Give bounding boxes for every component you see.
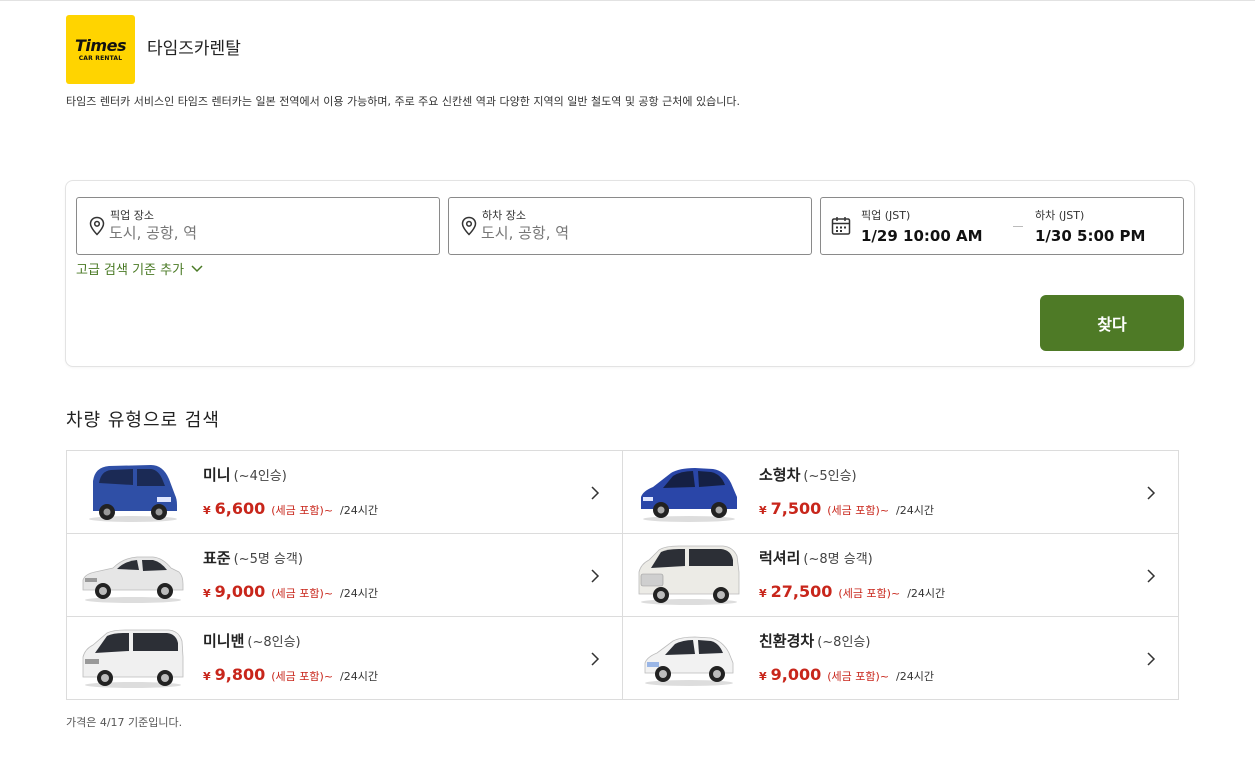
chevron-right-icon <box>1147 486 1156 500</box>
vehicle-card-compact[interactable]: 소형차 (~5인승) ¥ 7,500 (세금 포함)~ /24시간 <box>622 450 1179 534</box>
eco-car-image <box>644 636 734 686</box>
tax-note: (세금 포함)~ <box>271 587 334 600</box>
vehicle-price: ¥ 6,600 (세금 포함)~ /24시간 <box>203 499 378 518</box>
chevron-right-icon <box>591 652 600 666</box>
pickup-date[interactable]: 픽업 (JST) 1/29 10:00 AM <box>861 207 983 245</box>
currency-symbol: ¥ <box>759 670 767 683</box>
calendar-icon <box>831 217 851 235</box>
chevron-right-icon <box>591 486 600 500</box>
pickup-date-value: 1/29 10:00 AM <box>861 227 983 245</box>
vehicle-capacity: (~8인승) <box>817 635 871 650</box>
logo-wordmark: Times <box>75 36 126 55</box>
price-period: /24시간 <box>340 504 378 517</box>
vehicle-card-luxury[interactable]: 럭셔리 (~8명 승객) ¥ 27,500 (세금 포함)~ /24시간 <box>622 533 1179 617</box>
dropoff-date[interactable]: 하차 (JST) 1/30 5:00 PM <box>1035 207 1145 245</box>
pickup-location-label: 픽업 장소 <box>110 209 154 222</box>
vehicle-name: 친환경차 (~8인승) <box>759 630 870 651</box>
price-amount: 7,500 <box>770 499 822 518</box>
vehicle-type-label: 미니 <box>203 466 231 484</box>
vehicle-price: ¥ 9,800 (세금 포함)~ /24시간 <box>203 665 378 684</box>
logo-subtitle: CAR RENTAL <box>78 55 123 62</box>
chevron-right-icon <box>591 569 600 583</box>
tax-note: (세금 포함)~ <box>827 670 890 683</box>
price-amount: 9,800 <box>214 665 266 684</box>
search-button[interactable]: 찾다 <box>1040 295 1184 351</box>
vehicle-price: ¥ 27,500 (세금 포함)~ /24시간 <box>759 582 945 601</box>
dropoff-date-value: 1/30 5:00 PM <box>1035 227 1146 245</box>
vehicle-type-label: 소형차 <box>759 466 801 484</box>
dropoff-location-label: 하차 장소 <box>482 209 526 222</box>
kei-car-image <box>89 465 177 522</box>
location-pin-icon <box>461 216 477 236</box>
vehicle-capacity: (~8인승) <box>247 635 301 650</box>
minivan-image <box>82 629 184 688</box>
currency-symbol: ¥ <box>759 587 767 600</box>
tax-note: (세금 포함)~ <box>827 504 890 517</box>
vehicle-capacity: (~5인승) <box>803 469 857 484</box>
vehicle-type-label: 표준 <box>203 549 231 567</box>
vehicle-type-label: 미니밴 <box>203 632 245 650</box>
vehicle-card-eco[interactable]: 친환경차 (~8인승) ¥ 9,000 (세금 포함)~ /24시간 <box>622 616 1179 700</box>
sedan-image <box>82 556 184 603</box>
vehicle-name: 미니밴 (~8인승) <box>203 630 301 651</box>
vehicle-capacity: (~4인승) <box>233 469 287 484</box>
tax-note: (세금 포함)~ <box>271 670 334 683</box>
price-period: /24시간 <box>340 670 378 683</box>
vehicle-name: 럭셔리 (~8명 승객) <box>759 547 873 568</box>
vehicle-name: 미니 (~4인승) <box>203 464 287 485</box>
vehicle-card-mini[interactable]: 미니 (~4인승) ¥ 6,600 (세금 포함)~ /24시간 <box>66 450 623 534</box>
chevron-right-icon <box>1147 652 1156 666</box>
location-pin-icon <box>89 216 105 236</box>
date-range-field[interactable]: 픽업 (JST) 1/29 10:00 AM 하차 (JST) 1/30 5:0… <box>820 197 1184 255</box>
luxury-van-image <box>638 545 740 605</box>
vehicle-name: 소형차 (~5인승) <box>759 464 857 485</box>
vehicle-type-label: 친환경차 <box>759 632 815 650</box>
vehicle-type-grid: 미니 (~4인승) ¥ 6,600 (세금 포함)~ /24시간 소형차 (~5인승… <box>66 450 1179 700</box>
section-title: 차량 유형으로 검색 <box>66 410 220 431</box>
currency-symbol: ¥ <box>203 670 211 683</box>
vehicle-price: ¥ 9,000 (세금 포함)~ /24시간 <box>759 665 934 684</box>
advanced-search-toggle[interactable]: 고급 검색 기준 추가 <box>76 259 203 278</box>
price-amount: 27,500 <box>770 582 833 601</box>
times-car-rental-logo: Times CAR RENTAL <box>66 15 135 84</box>
vehicle-price: ¥ 7,500 (세금 포함)~ /24시간 <box>759 499 934 518</box>
dropoff-location-input[interactable] <box>481 222 801 244</box>
tax-note: (세금 포함)~ <box>271 504 334 517</box>
vehicle-name: 표준 (~5명 승객) <box>203 547 303 568</box>
top-divider <box>0 0 1255 1</box>
vehicle-price: ¥ 9,000 (세금 포함)~ /24시간 <box>203 582 378 601</box>
vehicle-card-standard[interactable]: 표준 (~5명 승객) ¥ 9,000 (세금 포함)~ /24시간 <box>66 533 623 617</box>
date-separator <box>1013 226 1023 227</box>
pickup-date-label: 픽업 (JST) <box>861 209 911 222</box>
currency-symbol: ¥ <box>759 504 767 517</box>
currency-symbol: ¥ <box>203 504 211 517</box>
compact-car-image <box>641 468 737 522</box>
vehicle-type-label: 럭셔리 <box>759 549 801 567</box>
vehicle-card-minivan[interactable]: 미니밴 (~8인승) ¥ 9,800 (세금 포함)~ /24시간 <box>66 616 623 700</box>
price-amount: 6,600 <box>214 499 266 518</box>
pickup-location-field[interactable]: 픽업 장소 <box>76 197 440 255</box>
chevron-down-icon <box>191 264 203 272</box>
vehicle-capacity: (~8명 승객) <box>803 552 873 567</box>
tax-note: (세금 포함)~ <box>838 587 901 600</box>
currency-symbol: ¥ <box>203 587 211 600</box>
dropoff-location-field[interactable]: 하차 장소 <box>448 197 812 255</box>
vehicle-capacity: (~5명 승객) <box>233 552 303 567</box>
price-footnote: 가격은 4/17 기준입니다. <box>66 716 183 729</box>
dropoff-date-label: 하차 (JST) <box>1035 209 1085 222</box>
price-period: /24시간 <box>896 504 934 517</box>
search-panel: 픽업 장소 하차 장소 픽업 (JST) 1/29 10:00 AM 하차 <box>65 180 1195 367</box>
price-period: /24시간 <box>907 587 946 600</box>
price-period: /24시간 <box>896 670 934 683</box>
price-amount: 9,000 <box>770 665 822 684</box>
advanced-search-label: 고급 검색 기준 추가 <box>76 263 185 278</box>
price-amount: 9,000 <box>214 582 266 601</box>
price-period: /24시간 <box>340 587 378 600</box>
brand-description: 타임즈 렌터카 서비스인 타임즈 렌터카는 일본 전역에서 이용 가능하며, 주… <box>66 95 740 108</box>
chevron-right-icon <box>1147 569 1156 583</box>
brand-title: 타임즈카렌탈 <box>147 39 241 59</box>
pickup-location-input[interactable] <box>109 222 429 244</box>
